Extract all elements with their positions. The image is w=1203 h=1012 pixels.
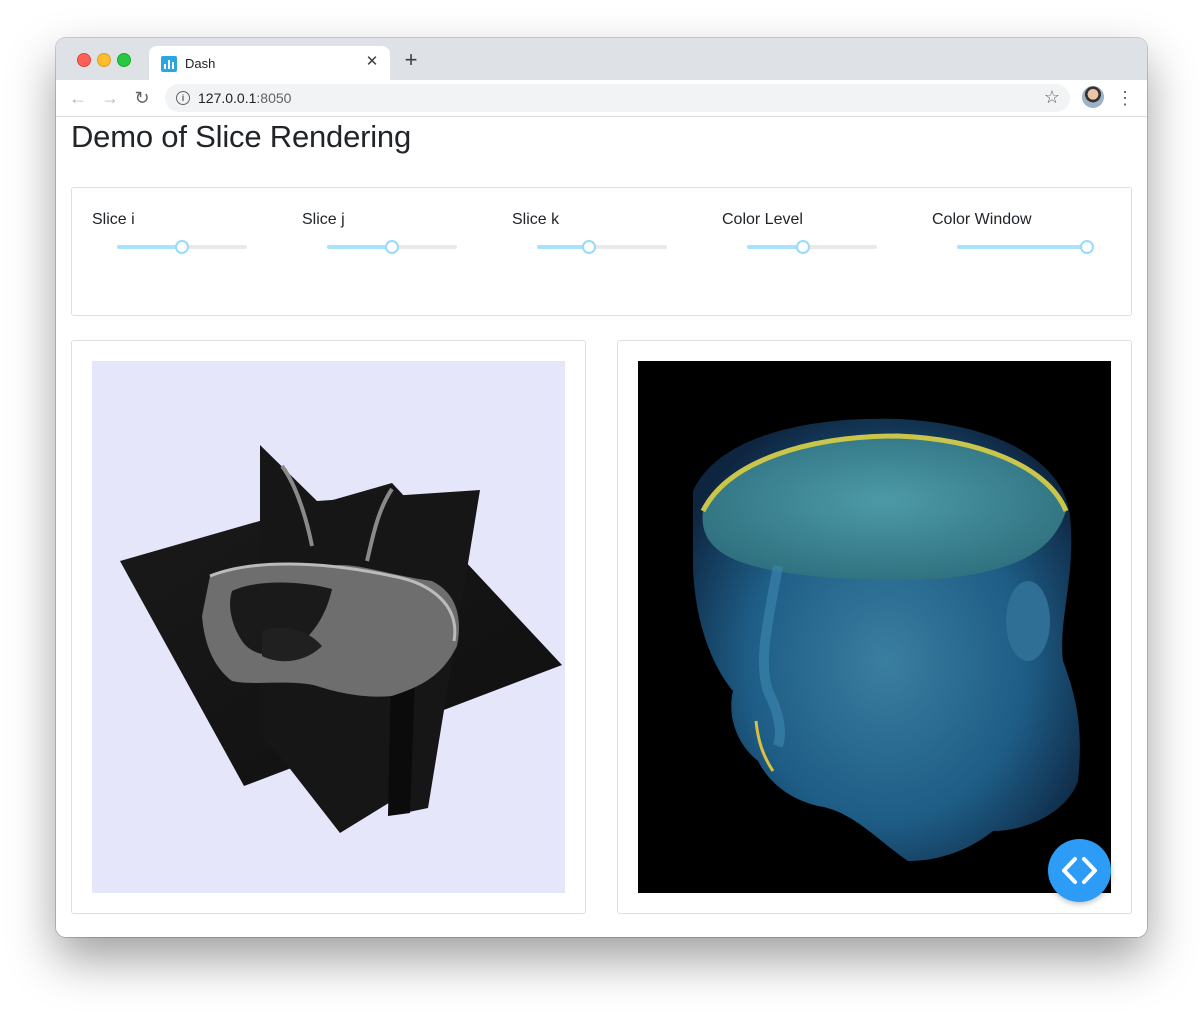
new-tab-button[interactable]: + [401,49,421,71]
color-level-control: Color Level [702,188,902,288]
zoom-window-button[interactable] [117,53,131,67]
slice-i-control: Slice i [72,188,272,288]
profile-avatar[interactable] [1082,86,1104,108]
code-brackets-icon [1062,857,1097,884]
volume-head-render [693,418,1080,861]
browser-window: Dash ✕ + ← → ↻ i 127.0.0.1:8050 ☆ ⋮ Demo… [56,38,1147,937]
browser-toolbar: ← → ↻ i 127.0.0.1:8050 ☆ ⋮ [56,80,1147,117]
close-window-button[interactable] [77,53,91,67]
bookmark-star-icon[interactable]: ☆ [1044,87,1060,108]
color-window-handle[interactable] [1080,240,1094,254]
color-level-handle[interactable] [795,240,810,254]
slice-j-track [327,245,392,249]
color-window-label: Color Window [932,211,1032,228]
ear-shape [1006,581,1050,661]
forward-arrow-icon[interactable]: → [98,86,122,110]
slice-j-control: Slice j [282,188,482,288]
slice-i-track [117,245,182,249]
color-window-control: Color Window [912,188,1112,288]
slice-i-slider[interactable] [117,240,247,254]
ct-slice-planes [120,445,562,833]
controls-card: Slice i Slice j Slice k Color Level Colo… [71,187,1132,316]
slice-i-handle[interactable] [175,240,189,254]
title-bar: Dash ✕ + [56,38,1147,80]
back-arrow-icon[interactable]: ← [66,86,90,110]
close-tab-icon[interactable]: ✕ [364,54,380,70]
dash-bar-chart-icon [161,56,177,72]
site-info-icon[interactable]: i [176,91,190,105]
page-title: Demo of Slice Rendering [71,119,412,154]
address-bar[interactable]: i 127.0.0.1:8050 ☆ [165,84,1070,112]
color-level-slider[interactable] [747,240,877,254]
color-window-track [957,245,1087,249]
dash-dev-tools-button[interactable] [1048,839,1111,902]
browser-tab[interactable]: Dash ✕ [149,46,390,80]
slice-k-handle[interactable] [582,240,596,254]
url-text[interactable]: 127.0.0.1:8050 [198,90,291,106]
slice-k-slider[interactable] [537,240,667,254]
volume-view-card [617,340,1132,914]
slice-j-label: Slice j [302,211,345,228]
browser-menu-icon[interactable]: ⋮ [1116,86,1134,110]
slice-k-label: Slice k [512,211,560,228]
page-content: Demo of Slice Rendering Slice i Slice j … [56,117,1147,937]
reload-icon[interactable]: ↻ [130,86,154,110]
color-level-track [747,245,803,249]
color-window-slider[interactable] [957,240,1094,254]
slice-j-handle[interactable] [385,240,399,254]
volume-render-viewport[interactable] [638,361,1111,893]
slice-i-label: Slice i [92,211,135,228]
slice-j-slider[interactable] [327,240,457,254]
minimize-window-button[interactable] [97,53,111,67]
slice-k-control: Slice k [492,188,692,288]
color-level-label: Color Level [722,211,803,228]
slice-view-card [71,340,586,914]
slice-render-viewport[interactable] [92,361,565,893]
tab-title: Dash [185,56,216,71]
